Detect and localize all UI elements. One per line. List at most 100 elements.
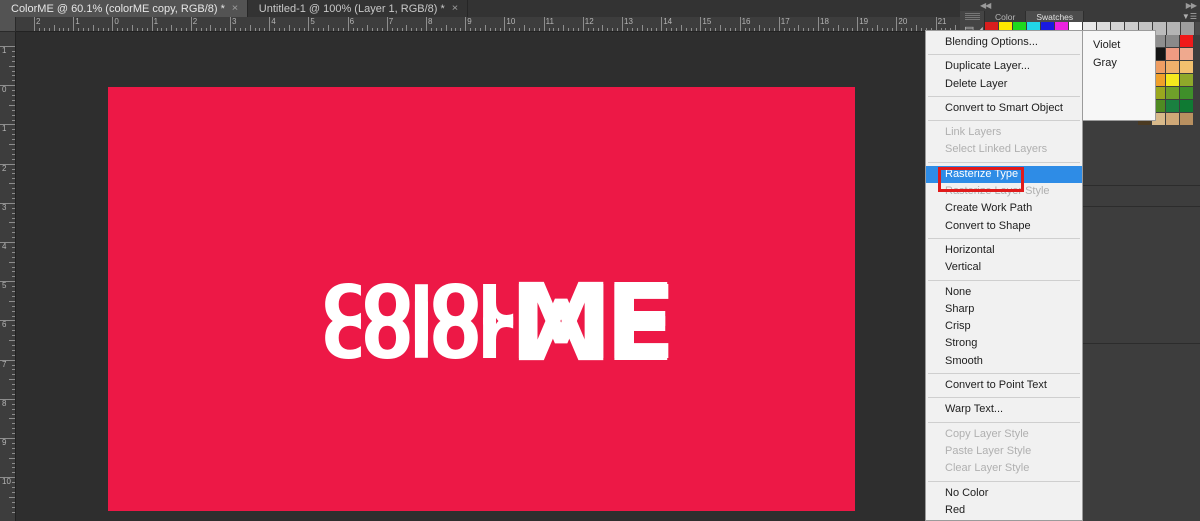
swatch-cell[interactable] [1180,100,1194,113]
swatch-cell[interactable] [1166,113,1180,126]
ruler-tick [543,17,545,31]
ruler-tick [533,28,535,31]
artwork-colorme-logo[interactable]: colorME colorME [322,259,676,425]
ruler-tick [896,17,898,31]
ruler-tick [12,75,15,77]
menu-item-smooth[interactable]: Smooth [926,353,1082,370]
swatch-cell[interactable] [1181,22,1195,35]
canvas-area[interactable]: colorME colorME [16,32,960,521]
ruler-tick [9,418,15,420]
ruler-tick [122,28,124,31]
ruler-h-label: 3 [232,17,237,26]
menu-item-crisp[interactable]: Crisp [926,318,1082,335]
horizontal-ruler[interactable]: 2 1 0 1 2 3 4 5 6 7 8 9 10 11 12 13 14 15 16 17 18 19 20 21 [16,17,960,32]
menu-item-vertical[interactable]: Vertical [926,259,1082,276]
ruler-tick [0,398,15,400]
submenu-item-gray[interactable]: Gray [1083,54,1155,72]
swatch-cell[interactable] [1180,87,1194,100]
collapse-left-icon[interactable]: ◀◀ [980,0,991,11]
ruler-tick [274,28,276,31]
menu-item-convert-to-point-text[interactable]: Convert to Point Text [926,377,1082,394]
panel-tab-color[interactable]: Color [985,11,1027,22]
menu-item-convert-to-shape[interactable]: Convert to Shape [926,218,1082,235]
ruler-tick [891,28,893,31]
ruler-tick [920,28,922,31]
swatch-cell[interactable] [1166,35,1180,48]
ruler-corner[interactable] [0,17,16,32]
ruler-tick [12,447,15,449]
ruler-tick [0,477,15,479]
ruler-tick [12,50,15,52]
ruler-tick [435,28,437,31]
artwork-mirror-large: ME [509,259,668,381]
ruler-tick [156,28,158,31]
tab-close-icon[interactable]: × [452,3,458,14]
ruler-tick [460,28,462,31]
menu-item-delete-layer[interactable]: Delete Layer [926,76,1082,93]
menu-item-copy-layer-style: Copy Layer Style [945,427,1029,440]
ruler-tick [0,242,15,243]
ruler-tick [729,28,731,31]
document-tab-1[interactable]: Untitled-1 @ 100% (Layer 1, RGB/8) * × [248,0,468,17]
menu-item-rasterize-type[interactable]: Rasterize Type [926,165,1082,184]
document-tab-label: ColorME @ 60.1% (colorME copy, RGB/8) * [11,2,225,15]
ruler-h-label: 8 [428,17,433,26]
menu-item-strong[interactable]: Strong [926,335,1082,352]
menu-item-select-linked-layers: Select Linked Layers [945,143,1048,156]
swatch-cell[interactable] [1180,61,1194,74]
panel-tab-swatches[interactable]: Swatches [1026,11,1085,22]
menu-item-convert-to-smart-object[interactable]: Convert to Smart Object [926,100,1082,117]
menu-item-blending-options[interactable]: Blending Options... [926,34,1082,51]
ruler-tick [12,413,15,415]
ruler-tick [12,95,15,96]
ruler-tick [901,28,903,31]
swatch-cell[interactable] [1180,48,1194,61]
swatch-cell[interactable] [1167,22,1181,35]
swatch-cell[interactable] [1166,61,1180,74]
swatch-cell[interactable] [1166,48,1180,61]
menu-item-rasterize-layer-style: Rasterize Layer Style [945,185,1050,198]
swatch-cell[interactable] [1166,87,1180,100]
swatches-panel-menu-icon[interactable]: ▼☰ [1182,12,1197,22]
ruler-tick [87,28,89,31]
vertical-ruler[interactable]: 1 0 1 2 3 4 5 6 7 8 9 10 [0,32,16,521]
ruler-tick [528,28,530,31]
ruler-tick [190,17,192,31]
swatch-cell[interactable] [1166,100,1180,113]
ruler-tick [788,28,790,31]
submenu-item-violet[interactable]: Violet [1083,36,1155,54]
ruler-tick [293,28,295,31]
artboard[interactable]: colorME colorME [108,87,855,511]
ruler-tick [12,109,15,111]
menu-separator [928,279,1080,281]
ruler-tick [12,286,15,288]
swatch-cell[interactable] [1180,35,1194,48]
ruler-tick [43,28,45,31]
swatch-cell[interactable] [1180,74,1194,87]
menu-separator [928,421,1080,423]
document-tab-0[interactable]: ColorME @ 60.1% (colorME copy, RGB/8) * × [0,0,248,17]
ruler-tick [136,28,138,31]
swatch-cell[interactable] [1180,113,1194,126]
menu-item-no-color[interactable]: No Color [926,485,1082,502]
artwork-text-mirrored: colorME [322,259,668,381]
panel-grip-icon[interactable] [965,13,980,20]
collapse-right-icon[interactable]: ▶▶ [1186,0,1197,11]
menu-item-red[interactable]: Red [926,502,1082,519]
ruler-tick [200,28,202,31]
menu-item-warp-text[interactable]: Warp Text... [926,401,1082,418]
menu-item-none[interactable]: None [926,284,1082,301]
menu-item-create-work-path[interactable]: Create Work Path [926,200,1082,217]
swatch-cell[interactable] [1166,74,1180,87]
ruler-tick [12,237,15,239]
ruler-tick [813,28,815,31]
menu-item-duplicate-layer[interactable]: Duplicate Layer... [926,58,1082,75]
menu-item-horizontal[interactable]: Horizontal [926,242,1082,259]
ruler-tick [225,28,227,31]
ruler-tick [538,28,540,31]
ruler-tick [739,17,741,31]
ruler-tick [117,28,119,31]
ruler-tick [391,28,393,31]
menu-item-sharp[interactable]: Sharp [926,301,1082,318]
tab-close-icon[interactable]: × [232,3,238,14]
